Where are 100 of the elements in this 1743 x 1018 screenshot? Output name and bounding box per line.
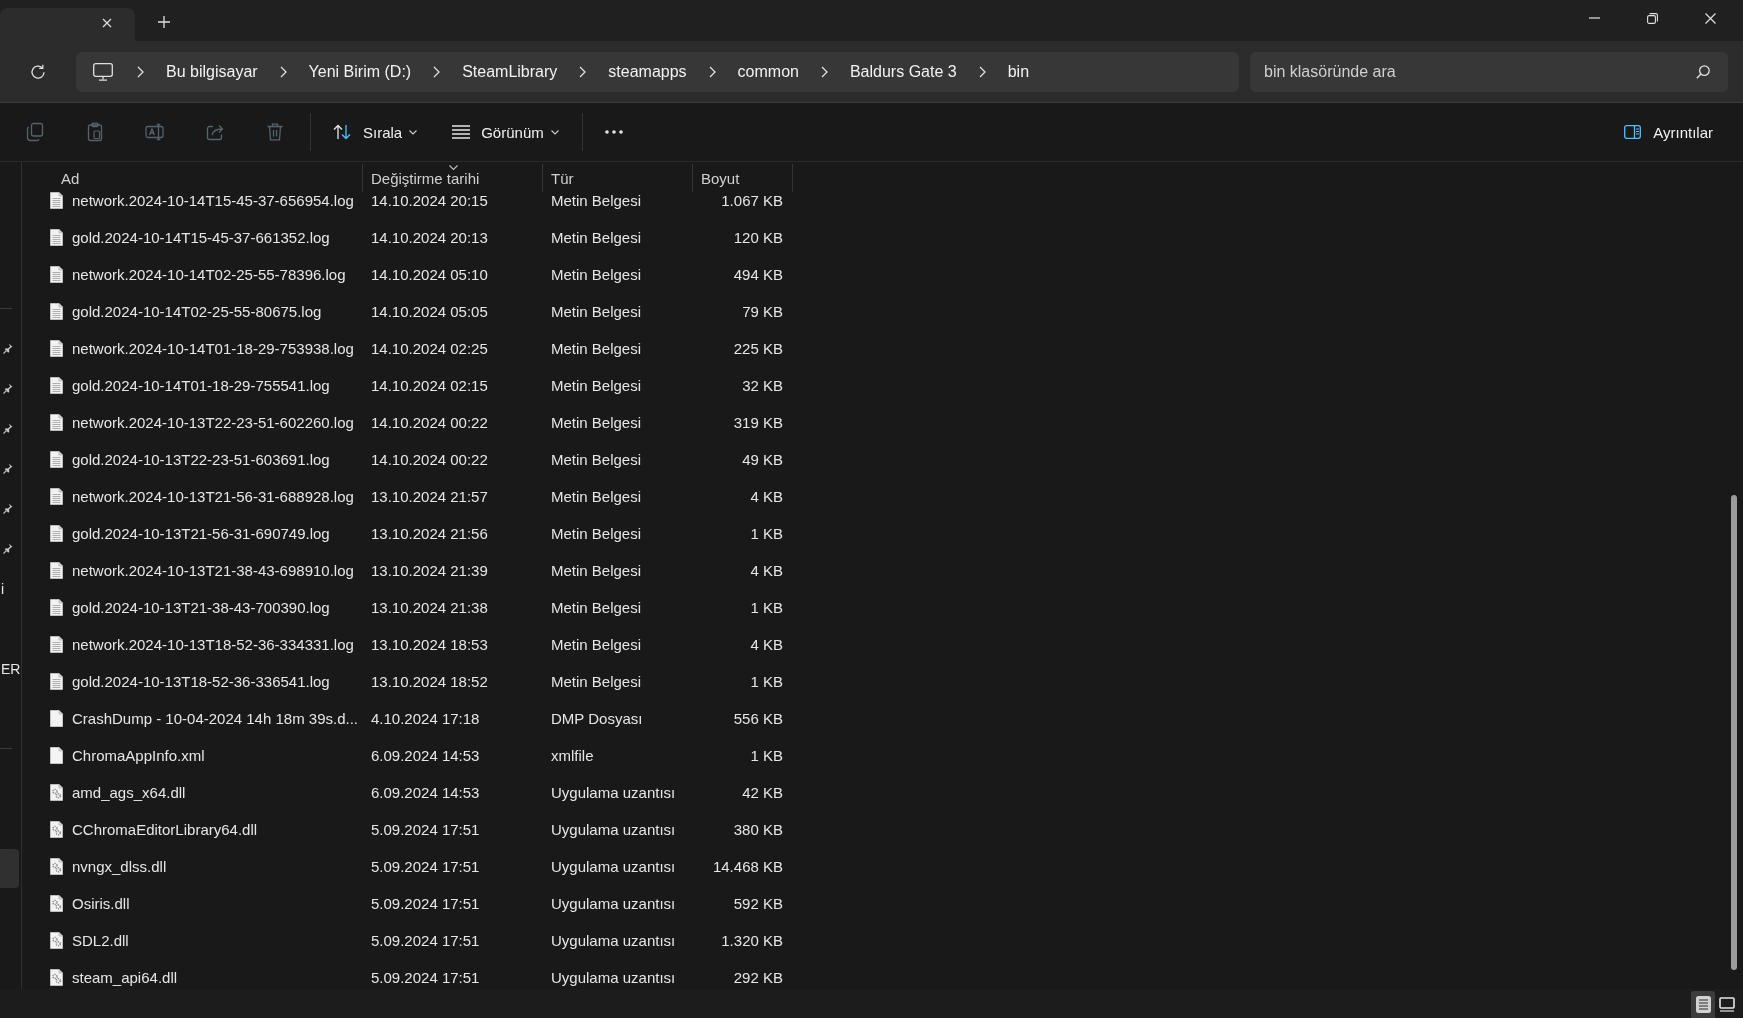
ellipsis-icon	[604, 130, 623, 134]
text-file-icon	[50, 303, 63, 320]
close-icon	[102, 17, 112, 28]
sort-icon	[333, 124, 351, 140]
rename-icon	[145, 122, 165, 142]
file-name[interactable]: gold.2024-10-13T22-23-51-603691.log	[72, 451, 330, 468]
breadcrumb-item[interactable]: common	[729, 56, 807, 87]
modified-date: 13.10.2024 21:57	[371, 488, 488, 505]
file-type: Metin Belgesi	[551, 562, 642, 579]
list-lines-icon	[452, 125, 471, 139]
file-name[interactable]: network.2024-10-14T02-25-55-78396.log	[72, 266, 346, 283]
address-bar[interactable]: Bu bilgisayar Yeni Birim (D:) SteamLibrary steamapps common Baldurs Gate 3 bin	[76, 51, 1239, 92]
file-type: Metin Belgesi	[551, 451, 642, 468]
file-type: xmlfile	[551, 747, 594, 764]
column-header[interactable]: Değiştirme tarihi	[363, 164, 543, 192]
file-type: Metin Belgesi	[551, 229, 642, 246]
file-name[interactable]: gold.2024-10-13T18-52-36-336541.log	[72, 673, 330, 690]
file-name[interactable]: Osiris.dll	[72, 895, 130, 912]
file-name[interactable]: network.2024-10-14T15-45-37-656954.log	[72, 192, 354, 209]
modified-date: 14.10.2024 00:22	[371, 451, 488, 468]
file-type: Uygulama uzantısı	[551, 784, 676, 801]
file-type: Metin Belgesi	[551, 303, 642, 320]
details-view-icon	[1695, 996, 1711, 1013]
text-file-icon	[50, 599, 63, 616]
text-file-icon	[50, 414, 63, 431]
chevron-icon[interactable]	[820, 65, 828, 78]
sidebar-item[interactable]: i	[0, 569, 19, 608]
file-name[interactable]: gold.2024-10-14T15-45-37-661352.log	[72, 229, 330, 246]
file-type: Uygulama uzantısı	[551, 895, 676, 912]
file-type: Metin Belgesi	[551, 340, 642, 357]
caret-icon	[448, 165, 458, 170]
file-size: 556 KB	[733, 710, 783, 727]
column-header[interactable]: Tür	[543, 164, 693, 192]
file-size: 1 KB	[750, 747, 783, 764]
search-icon	[1696, 64, 1710, 79]
details-view-button[interactable]	[1691, 991, 1715, 1018]
file-name[interactable]: SDL2.dll	[72, 932, 129, 949]
modified-date: 6.09.2024 14:53	[371, 747, 480, 764]
chevron-icon[interactable]	[433, 65, 441, 78]
breadcrumb-item[interactable]: bin	[999, 56, 1038, 87]
column-header[interactable]: Boyut	[693, 164, 793, 192]
chevron-icon[interactable]	[279, 65, 287, 78]
chevron-icon[interactable]	[579, 65, 587, 78]
scrollbar-thumb[interactable]	[1731, 495, 1737, 970]
modified-date: 5.09.2024 17:51	[371, 932, 480, 949]
file-name[interactable]: gold.2024-10-13T21-56-31-690749.log	[72, 525, 330, 542]
search-field[interactable]: bin klasöründe ara	[1250, 51, 1728, 92]
chevron-icon[interactable]	[137, 65, 144, 78]
view-button[interactable]: Görünüm	[442, 114, 569, 150]
gear-file-icon	[50, 784, 63, 801]
file-name[interactable]: network.2024-10-13T21-38-43-698910.log	[72, 562, 354, 579]
caret-icon	[409, 129, 418, 135]
breadcrumb-item[interactable]: Baldurs Gate 3	[841, 56, 965, 87]
file-name[interactable]: amd_ags_x64.dll	[72, 784, 186, 801]
modified-date: 4.10.2024 17:18	[371, 710, 480, 727]
file-name[interactable]: gold.2024-10-14T01-18-29-755541.log	[72, 377, 330, 394]
file-name[interactable]: steam_api64.dll	[72, 969, 178, 986]
modified-date: 13.10.2024 21:56	[371, 525, 488, 542]
text-file-icon	[50, 266, 63, 283]
modified-date: 6.09.2024 14:53	[371, 784, 480, 801]
file-name[interactable]: network.2024-10-13T18-52-36-334331.log	[72, 636, 354, 653]
gear-file-icon	[50, 858, 63, 875]
modified-date: 13.10.2024 21:38	[371, 599, 488, 616]
file-name[interactable]: CChromaEditorLibrary64.dll	[72, 821, 258, 838]
gear-file-icon	[50, 932, 63, 949]
sort-button[interactable]: Sırala	[323, 114, 428, 150]
details-pane-button[interactable]: Ayrıntılar	[1614, 114, 1723, 150]
text-file-icon	[50, 340, 63, 357]
sidebar-item[interactable]: ER	[0, 649, 19, 688]
chevron-icon[interactable]	[978, 65, 986, 78]
breadcrumb-item[interactable]: Yeni Birim (D:)	[300, 56, 420, 87]
modified-date: 5.09.2024 17:51	[371, 895, 480, 912]
file-name[interactable]: nvngx_dlss.dll	[72, 858, 167, 875]
file-name[interactable]: gold.2024-10-13T21-38-43-700390.log	[72, 599, 330, 616]
modified-date: 14.10.2024 05:10	[371, 266, 488, 283]
breadcrumb-item[interactable]: steamapps	[600, 56, 695, 87]
refresh-icon	[30, 63, 46, 80]
file-size: 1 KB	[750, 673, 783, 690]
file-type: Metin Belgesi	[551, 599, 642, 616]
file-name[interactable]: ChromaAppInfo.xml	[72, 747, 205, 764]
breadcrumb-item[interactable]: SteamLibrary	[454, 56, 566, 87]
modified-date: 13.10.2024 18:53	[371, 636, 488, 653]
modified-date: 14.10.2024 20:15	[371, 192, 488, 209]
restore-icon	[1646, 12, 1658, 24]
file-type: Metin Belgesi	[551, 488, 642, 505]
breadcrumb-item[interactable]: Bu bilgisayar	[158, 56, 266, 87]
file-name[interactable]: gold.2024-10-14T02-25-55-80675.log	[72, 303, 322, 320]
chevron-icon[interactable]	[708, 65, 716, 78]
file-name[interactable]: network.2024-10-14T01-18-29-753938.log	[72, 340, 354, 357]
file-name[interactable]: network.2024-10-13T22-23-51-602260.log	[72, 414, 354, 431]
file-size: 120 KB	[733, 229, 783, 246]
file-type: Metin Belgesi	[551, 414, 642, 431]
file-name[interactable]: network.2024-10-13T21-56-31-688928.log	[72, 488, 354, 505]
file-type: Uygulama uzantısı	[551, 969, 676, 986]
file-size: 292 KB	[733, 969, 783, 986]
file-name[interactable]: CrashDump - 10-04-2024 14h 18m 39s.d...	[72, 710, 358, 727]
file-size: 1.067 KB	[721, 192, 783, 209]
file-size: 4 KB	[750, 636, 783, 653]
file-size: 1 KB	[750, 525, 783, 542]
file-size: 1 KB	[750, 599, 783, 616]
